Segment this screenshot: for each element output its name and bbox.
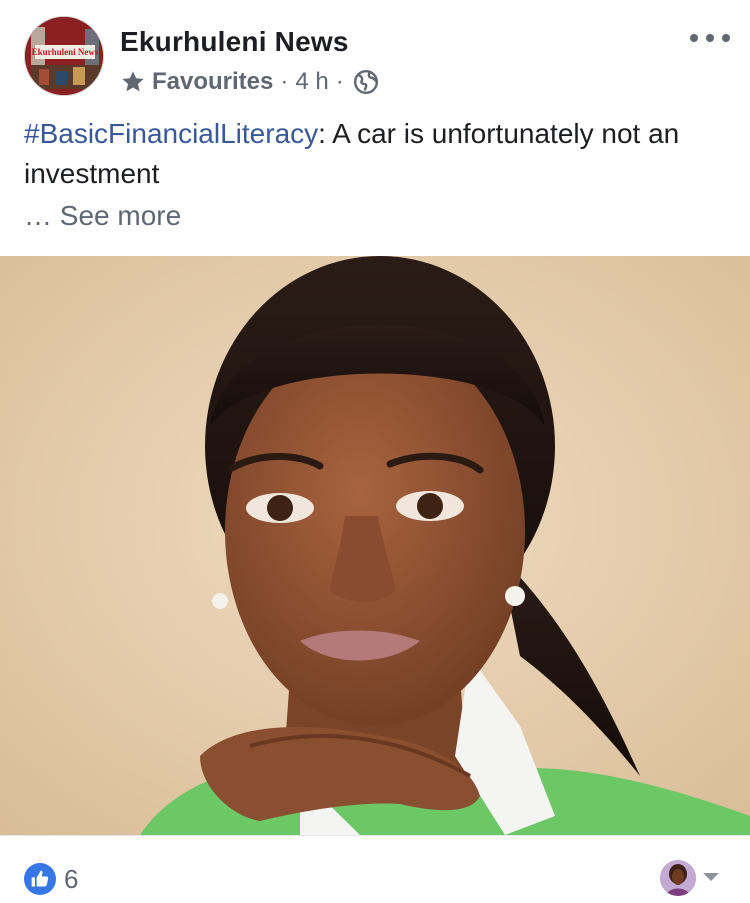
caret-down-icon[interactable] (701, 870, 721, 884)
reactor-photo (660, 860, 696, 896)
page-avatar[interactable]: Ekurhuleni News (24, 16, 104, 96)
see-more-link[interactable]: … See more (24, 196, 181, 236)
more-dot (690, 34, 698, 42)
post-text: #BasicFinancialLiteracy: A car is unfort… (24, 114, 724, 194)
more-dot (706, 34, 714, 42)
thumbs-up-icon (31, 870, 49, 887)
page-logo: Ekurhuleni News (25, 17, 103, 95)
globe-icon (353, 69, 378, 95)
post-meta: Favourites · 4 h · (120, 66, 379, 98)
more-dot (722, 34, 730, 42)
meta-separator: · (280, 68, 289, 95)
reactor-avatar[interactable] (660, 860, 696, 896)
post-timestamp[interactable]: 4 h (295, 68, 328, 96)
hashtag-link[interactable]: #BasicFinancialLiteracy (24, 118, 318, 149)
like-count[interactable]: 6 (64, 864, 78, 894)
audience-label: Favourites (152, 68, 274, 95)
meta-separator-2: · (335, 68, 344, 95)
post-photo[interactable] (0, 256, 750, 835)
avatar-logo-text: Ekurhuleni News (32, 47, 99, 57)
like-icon[interactable] (24, 863, 56, 895)
page-name[interactable]: Ekurhuleni News (120, 26, 349, 58)
star-icon (122, 71, 144, 92)
more-options-icon[interactable] (690, 28, 730, 48)
portrait-image (0, 256, 750, 835)
post-footer: 6 (0, 835, 750, 903)
post-header: Ekurhuleni News Ekurhuleni News Favourit… (0, 0, 750, 110)
